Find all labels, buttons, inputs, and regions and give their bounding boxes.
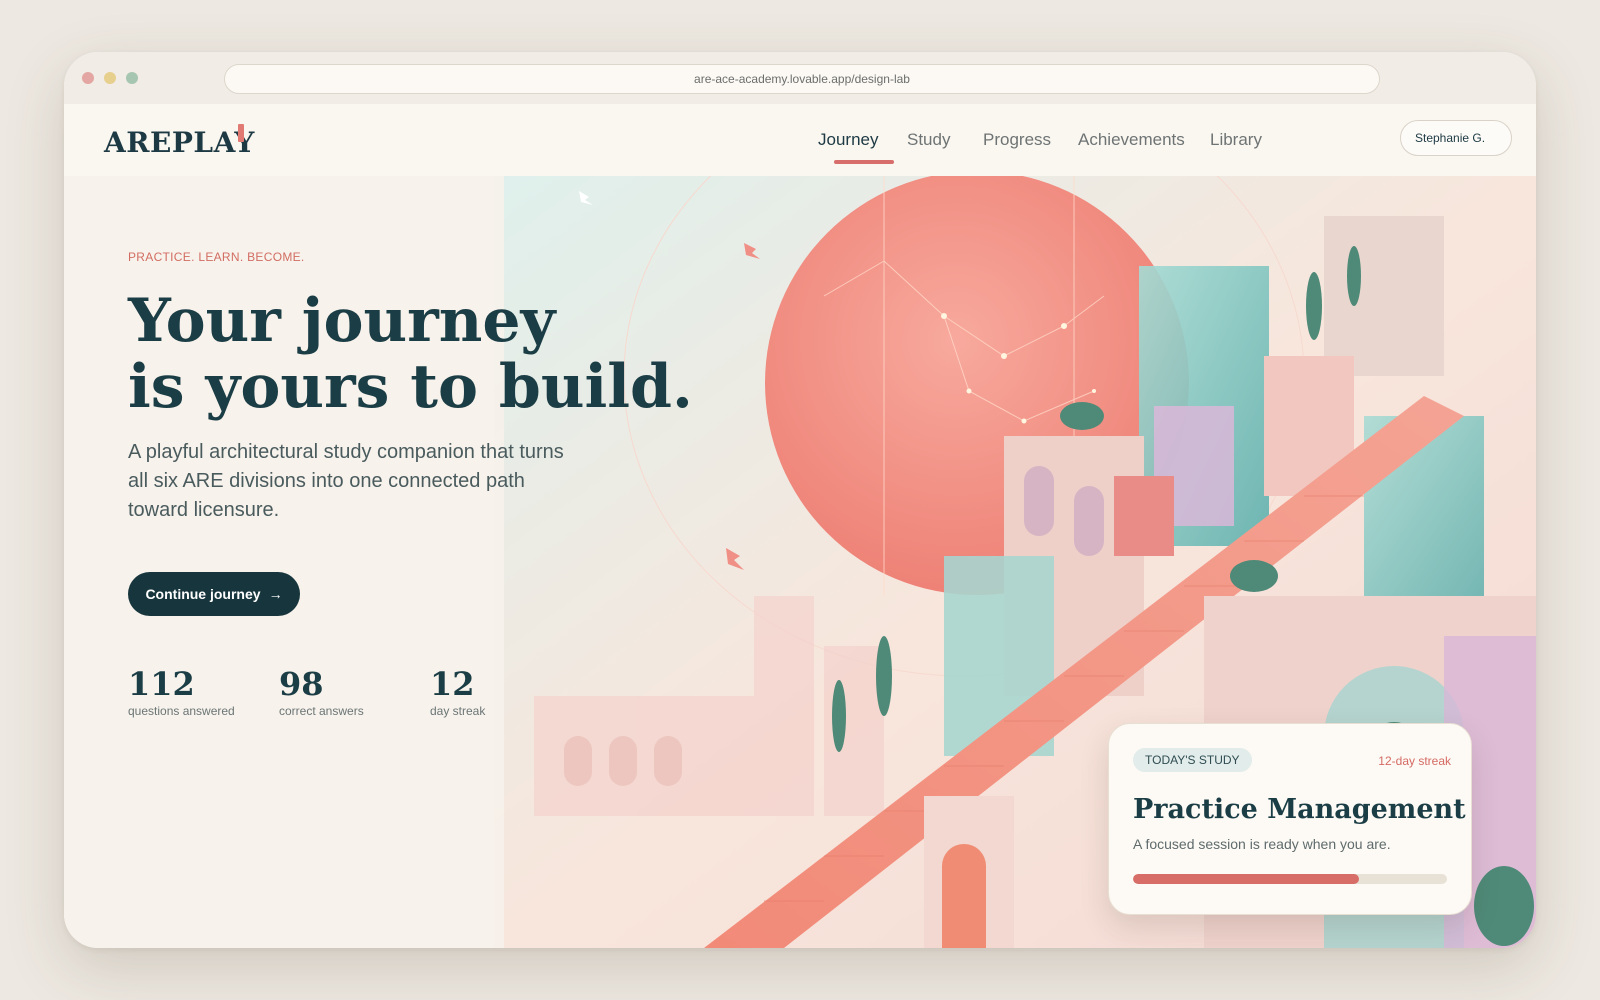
continue-journey-button[interactable]: Continue journey → xyxy=(128,572,300,616)
nav-progress[interactable]: Progress xyxy=(983,130,1051,150)
hero-title: Your journey is yours to build. xyxy=(128,288,693,420)
nav-achievements[interactable]: Achievements xyxy=(1078,130,1185,150)
stat-correct-answers: 98 correct answers xyxy=(279,666,364,718)
study-card-title: Practice Management xyxy=(1133,794,1466,825)
study-progress-bar xyxy=(1133,874,1447,884)
streak-label: 12-day streak xyxy=(1378,754,1451,768)
logo[interactable]: AREPLAY xyxy=(104,126,255,159)
minimize-window-dot[interactable] xyxy=(104,72,116,84)
logo-tag-icon xyxy=(238,124,244,142)
maximize-window-dot[interactable] xyxy=(126,72,138,84)
stat-label: day streak xyxy=(430,704,486,718)
close-window-dot[interactable] xyxy=(82,72,94,84)
nav-study[interactable]: Study xyxy=(907,130,950,150)
hero-eyebrow: PRACTICE. LEARN. BECOME. xyxy=(128,250,305,264)
study-progress-fill xyxy=(1133,874,1360,884)
nav-journey[interactable]: Journey xyxy=(818,130,878,150)
todays-study-card[interactable]: TODAY'S STUDY 12-day streak Practice Man… xyxy=(1108,723,1472,915)
stat-questions-answered: 112 questions answered xyxy=(128,666,235,718)
stat-value: 98 xyxy=(279,665,324,703)
user-name: Stephanie G. xyxy=(1415,131,1486,145)
url-text: are-ace-academy.lovable.app/design-lab xyxy=(694,72,910,86)
todays-study-badge: TODAY'S STUDY xyxy=(1133,748,1252,772)
continue-journey-label: Continue journey xyxy=(145,586,261,602)
study-card-subtitle: A focused session is ready when you are. xyxy=(1133,836,1391,852)
nav-active-indicator xyxy=(834,160,894,164)
stat-label: correct answers xyxy=(279,704,364,718)
stat-value: 12 xyxy=(430,665,475,703)
user-menu-button[interactable]: Stephanie G. xyxy=(1400,120,1512,156)
stat-value: 112 xyxy=(128,665,195,703)
hero-title-line-1: Your journey xyxy=(128,286,556,356)
stat-label: questions answered xyxy=(128,704,235,718)
arrow-right-icon: → xyxy=(268,586,283,602)
browser-chrome: are-ace-academy.lovable.app/design-lab xyxy=(64,52,1536,104)
stat-day-streak: 12 day streak xyxy=(430,666,485,718)
hero-subtitle: A playful architectural study companion … xyxy=(128,441,564,521)
nav-library[interactable]: Library xyxy=(1210,130,1262,150)
browser-window: are-ace-academy.lovable.app/design-lab A… xyxy=(64,52,1536,948)
hero-title-line-2: is yours to build. xyxy=(128,352,693,422)
address-bar[interactable]: are-ace-academy.lovable.app/design-lab xyxy=(224,64,1380,94)
hero-section: PRACTICE. LEARN. BECOME. Your journey is… xyxy=(64,176,1536,948)
